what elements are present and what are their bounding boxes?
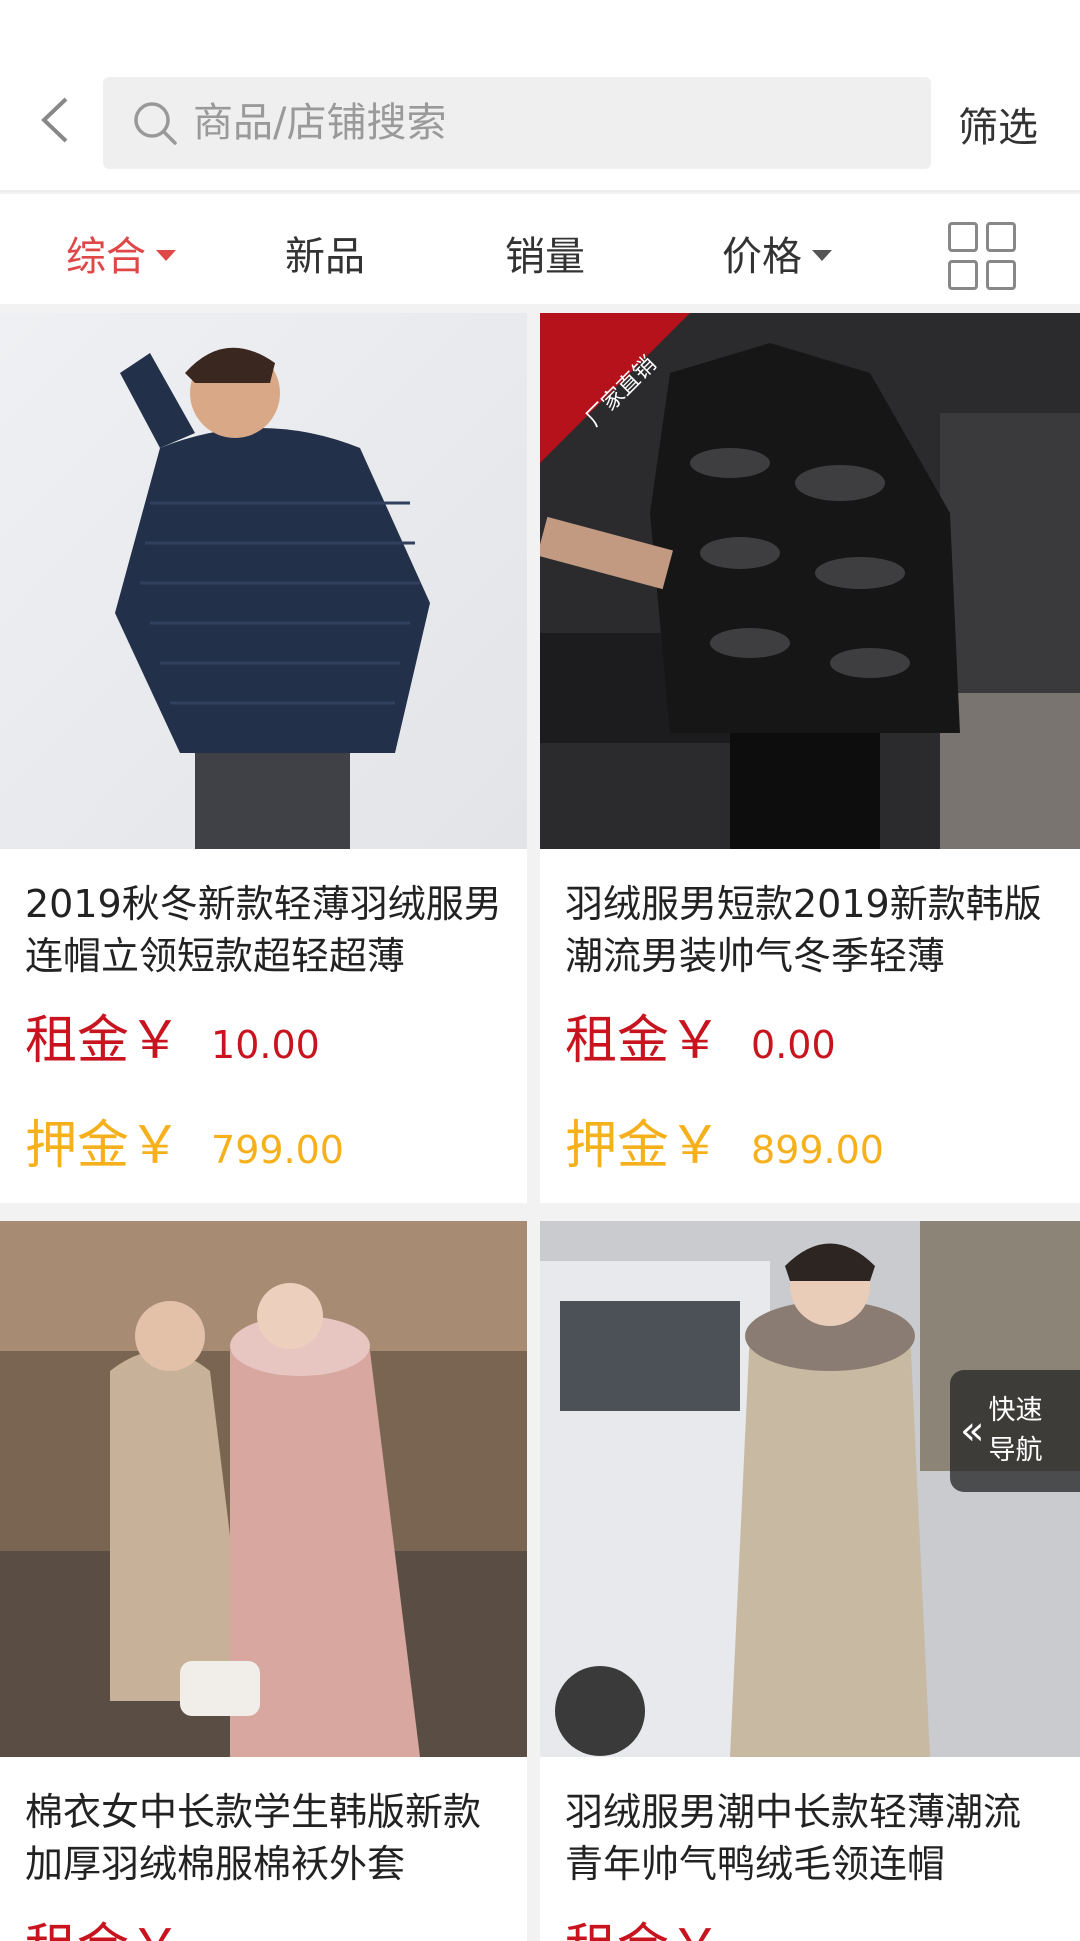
product-card[interactable]: 2019秋冬新款轻薄羽绒服男连帽立领短款超轻超薄 租金￥ 10.00 押金￥ 7… [0,313,527,1203]
search-input[interactable] [193,100,873,146]
product-card[interactable]: 羽绒服男潮中长款轻薄潮流青年帅气鸭绒毛领连帽 租金￥ [540,1221,1080,1941]
search-box[interactable] [103,77,931,169]
quick-nav-line1: 快速 [988,1395,1043,1426]
tab-new[interactable]: 新品 [285,224,365,282]
top-bar: 筛选 [0,0,1080,192]
caret-down-icon [812,249,832,261]
tab-price[interactable]: 价格 [722,224,832,282]
product-image[interactable]: 厂家直销 [540,313,1080,849]
product-image[interactable] [0,313,527,849]
rent-label: 租金￥ [25,1011,182,1071]
product-image[interactable] [0,1221,527,1757]
quick-nav-button[interactable]: « 快速 导航 [950,1370,1080,1492]
quick-nav-line2: 导航 [988,1435,1043,1466]
tab-comprehensive[interactable]: 综合 [66,224,176,282]
product-title[interactable]: 羽绒服男潮中长款轻薄潮流青年帅气鸭绒毛领连帽 [565,1786,1055,1890]
tab-label: 价格 [722,234,802,280]
product-title[interactable]: 棉衣女中长款学生韩版新款加厚羽绒棉服棉袄外套 [25,1786,515,1890]
tab-label: 新品 [285,234,365,280]
rent-price: 租金￥ 10.00 [25,998,320,1073]
grid-icon [948,222,978,252]
rent-price: 租金￥ 0.00 [565,998,836,1073]
product-title[interactable]: 2019秋冬新款轻薄羽绒服男连帽立领短款超轻超薄 [25,878,515,982]
tab-label: 综合 [66,234,146,280]
rent-price: 租金￥ [25,1906,181,1941]
double-chevron-left-icon: « [960,1408,985,1454]
deposit-value: 899.00 [751,1128,884,1172]
chevron-left-icon [41,97,68,143]
filter-button[interactable]: 筛选 [958,95,1038,153]
rent-value: 0.00 [751,1023,836,1067]
deposit-label: 押金￥ [565,1116,722,1176]
deposit-price: 押金￥ 799.00 [25,1103,344,1178]
tab-label: 销量 [505,234,585,280]
rent-value: 10.00 [211,1023,320,1067]
deposit-value: 799.00 [211,1128,344,1172]
product-title[interactable]: 羽绒服男短款2019新款韩版潮流男装帅气冬季轻薄 [565,878,1055,982]
product-card[interactable]: 棉衣女中长款学生韩版新款加厚羽绒棉服棉袄外套 租金￥ [0,1221,527,1941]
rent-label: 租金￥ [25,1906,181,1941]
back-button[interactable] [30,90,80,150]
caret-down-icon [156,249,176,261]
grid-view-toggle[interactable] [948,222,1018,292]
product-card[interactable]: 厂家直销 羽绒服男短款2019新款韩版潮流男装帅气冬季轻薄 租金￥ 0.00 押… [540,313,1080,1203]
tab-sales[interactable]: 销量 [505,224,585,282]
rent-label: 租金￥ [565,1906,721,1941]
deposit-price: 押金￥ 899.00 [565,1103,884,1178]
rent-price: 租金￥ [565,1906,721,1941]
search-icon [134,102,177,145]
rent-label: 租金￥ [565,1011,722,1071]
sort-bar: 综合 新品 销量 价格 [0,194,1080,304]
deposit-label: 押金￥ [25,1116,182,1176]
